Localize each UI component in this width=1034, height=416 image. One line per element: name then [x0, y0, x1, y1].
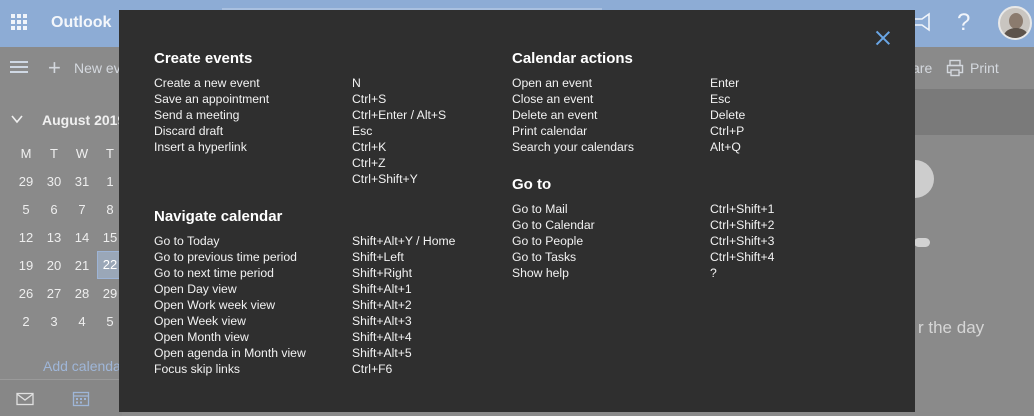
shortcut-keys: Ctrl+K: [352, 140, 387, 154]
mail-icon[interactable]: [16, 392, 34, 411]
calendar-day[interactable]: 13: [42, 230, 66, 245]
shortcut-action: Create a new event: [154, 76, 260, 90]
shortcut-keys: Shift+Alt+1: [352, 282, 412, 296]
shortcut-keys: Shift+Alt+Y / Home: [352, 234, 456, 248]
section-title-calendar-actions: Calendar actions: [512, 50, 633, 67]
calendar-day[interactable]: 28: [70, 286, 94, 301]
day-message: r the day: [918, 318, 985, 337]
close-icon[interactable]: [872, 27, 894, 49]
shortcut-keys: Alt+Q: [710, 140, 741, 154]
shortcut-keys: ?: [710, 266, 717, 280]
megaphone-icon[interactable]: [912, 12, 932, 38]
calendar-day[interactable]: 6: [42, 202, 66, 217]
calendar-day[interactable]: 30: [42, 174, 66, 189]
app-title[interactable]: Outlook: [51, 14, 111, 32]
day-of-week: W: [75, 146, 89, 161]
shortcut-action: Send a meeting: [154, 108, 240, 122]
day-of-week: T: [50, 146, 58, 161]
calendar-day[interactable]: 21: [70, 258, 94, 273]
shortcut-keys: Shift+Alt+3: [352, 314, 412, 328]
shortcut-keys: Ctrl+P: [710, 124, 745, 138]
day-of-week: M: [20, 146, 32, 161]
shortcut-action: Open Work week view: [154, 298, 276, 312]
bottom-nav: [0, 379, 122, 416]
calendar-day[interactable]: 19: [14, 258, 38, 273]
waffle-icon[interactable]: [11, 14, 27, 30]
calendar-day[interactable]: 4: [70, 314, 94, 329]
shortcut-keys: Ctrl+S: [352, 92, 387, 106]
shortcut-action: Print calendar: [512, 124, 588, 138]
shortcut-action: Insert a hyperlink: [154, 140, 247, 154]
shortcut-keys: Ctrl+F6: [352, 362, 393, 376]
calendar-day[interactable]: 26: [14, 286, 38, 301]
shortcut-keys: Shift+Left: [352, 250, 404, 264]
calendar-day[interactable]: 3: [42, 314, 66, 329]
shortcut-keys: Shift+Alt+4: [352, 330, 412, 344]
shortcut-action: Open an event: [512, 76, 592, 90]
shortcut-action: Search your calendars: [512, 140, 634, 154]
plus-icon[interactable]: +: [48, 57, 61, 79]
shortcut-action: Show help: [512, 266, 569, 280]
section-title-navigate-calendar: Navigate calendar: [154, 208, 283, 225]
calendar-day[interactable]: 5: [14, 202, 38, 217]
shortcut-action: Open Day view: [154, 282, 237, 296]
shortcut-keys: Shift+Right: [352, 266, 412, 280]
shortcut-keys: Ctrl+Shift+4: [710, 250, 775, 264]
shortcut-keys: N: [352, 76, 361, 90]
section-title-create-events: Create events: [154, 50, 253, 67]
shortcut-keys: Ctrl+Shift+2: [710, 218, 775, 232]
day-header: [915, 89, 1034, 135]
print-button[interactable]: Print: [970, 60, 999, 76]
shortcut-action: Open Month view: [154, 330, 249, 344]
shortcut-action: Go to Mail: [512, 202, 568, 216]
shortcut-action: Discard draft: [154, 124, 224, 138]
shortcut-keys: Ctrl+Shift+3: [710, 234, 775, 248]
shortcut-keys: Shift+Alt+2: [352, 298, 412, 312]
shortcut-action: Go to Tasks: [512, 250, 577, 264]
add-calendar-link[interactable]: Add calenda: [43, 358, 121, 374]
shortcut-action: Go to next time period: [154, 266, 274, 280]
new-event-button[interactable]: New ev: [74, 60, 121, 76]
shortcut-action: Open Week view: [154, 314, 246, 328]
shortcut-keys: Delete: [710, 108, 746, 122]
shortcut-keys: Esc: [352, 124, 373, 138]
calendar-day[interactable]: 7: [70, 202, 94, 217]
section-title-go-to: Go to: [512, 176, 552, 193]
shortcut-action: Go to Calendar: [512, 218, 595, 232]
shortcut-action: Go to previous time period: [154, 250, 297, 264]
hamburger-icon[interactable]: [10, 61, 28, 73]
shortcut-action: Delete an event: [512, 108, 598, 122]
shortcut-action: Go to People: [512, 234, 584, 248]
printer-icon[interactable]: [946, 59, 964, 80]
shortcut-keys: Ctrl+Z: [352, 156, 386, 170]
calendar-day[interactable]: 29: [14, 174, 38, 189]
calendar-day[interactable]: 27: [42, 286, 66, 301]
share-button[interactable]: are: [912, 60, 932, 76]
shortcut-keys: Ctrl+Shift+1: [710, 202, 775, 216]
shortcut-keys: Ctrl+Shift+Y: [352, 172, 418, 186]
shortcut-keys: Esc: [710, 92, 731, 106]
calendar-day[interactable]: 12: [14, 230, 38, 245]
calendar-day[interactable]: 2: [14, 314, 38, 329]
shortcut-action: Open agenda in Month view: [154, 346, 306, 360]
month-label[interactable]: August 2019: [42, 112, 125, 128]
avatar[interactable]: [998, 6, 1032, 40]
help-icon[interactable]: ?: [957, 9, 970, 37]
chevron-down-icon[interactable]: [10, 112, 24, 129]
calendar-day[interactable]: 14: [70, 230, 94, 245]
shortcut-keys: Enter: [710, 76, 740, 90]
shortcut-action: Save an appointment: [154, 92, 270, 106]
calendar-icon[interactable]: [72, 390, 90, 413]
shortcut-action: Close an event: [512, 92, 594, 106]
cloud-icon: [914, 238, 930, 247]
shortcut-keys: Ctrl+Enter / Alt+S: [352, 108, 447, 122]
calendar-day[interactable]: 31: [70, 174, 94, 189]
calendar-day[interactable]: 20: [42, 258, 66, 273]
shortcut-action: Go to Today: [154, 234, 220, 248]
shortcut-keys: Shift+Alt+5: [352, 346, 412, 360]
shortcut-action: Focus skip links: [154, 362, 241, 376]
